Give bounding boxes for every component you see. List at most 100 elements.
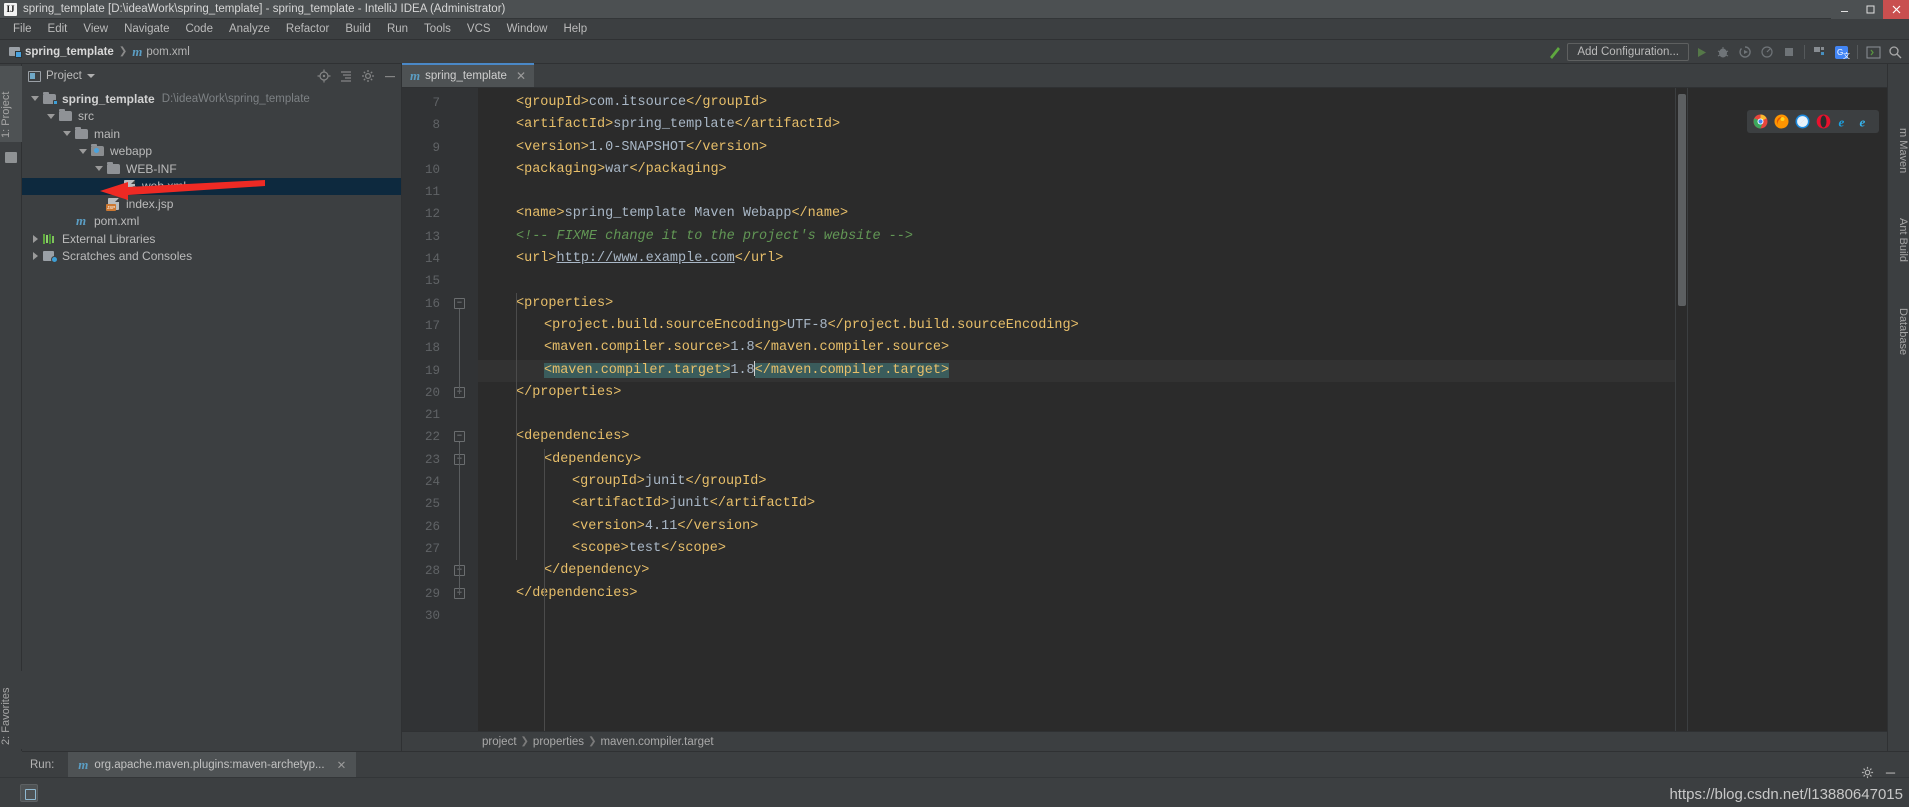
chevron-down-icon[interactable]	[44, 113, 58, 119]
minimize-button[interactable]	[1831, 0, 1857, 19]
close-icon[interactable]: ✕	[516, 69, 526, 83]
hide-icon[interactable]	[383, 69, 397, 83]
add-configuration-button[interactable]: Add Configuration...	[1567, 43, 1689, 61]
code-line[interactable]: </dependency>	[478, 560, 1675, 582]
profile-icon[interactable]	[1757, 42, 1777, 62]
settings-gear-icon[interactable]	[361, 69, 375, 83]
settings-gear-icon[interactable]	[1861, 766, 1874, 784]
code-line[interactable]: <version>4.11</version>	[478, 516, 1675, 538]
code-line[interactable]: <version>1.0-SNAPSHOT</version>	[478, 137, 1675, 159]
breadcrumb-project[interactable]: spring_template	[6, 46, 117, 58]
menu-vcs[interactable]: VCS	[459, 21, 499, 37]
editor-tab-spring-template[interactable]: m spring_template ✕	[402, 63, 535, 87]
project-view-selector[interactable]: Project	[28, 70, 95, 82]
tree-item-external-libraries[interactable]: External Libraries	[22, 230, 401, 248]
run-with-coverage-icon[interactable]	[1735, 42, 1755, 62]
menu-build[interactable]: Build	[337, 21, 379, 37]
code-line[interactable]: <dependency>	[478, 449, 1675, 471]
run-tab[interactable]: m org.apache.maven.plugins:maven-archety…	[68, 751, 357, 778]
code-line[interactable]: <!-- FIXME change it to the project's we…	[478, 226, 1675, 248]
debug-icon[interactable]	[1713, 42, 1733, 62]
breadcrumb-pom[interactable]: m pom.xml	[129, 44, 193, 60]
tool-window-tab-maven[interactable]: m Maven	[1887, 124, 1909, 177]
code-line[interactable]: <properties>	[478, 293, 1675, 315]
safari-icon[interactable]	[1795, 114, 1810, 129]
menu-run[interactable]: Run	[379, 21, 416, 37]
internet-explorer-icon[interactable]: e	[1858, 114, 1873, 130]
tree-item-pom-xml[interactable]: m pom.xml	[22, 213, 401, 231]
tree-item-index-jsp[interactable]: JSP index.jsp	[22, 195, 401, 213]
code-content[interactable]: <groupId>com.itsource</groupId> <artifact…	[478, 88, 1675, 731]
tool-window-tab-database[interactable]: Database	[1887, 304, 1909, 359]
minimize-icon[interactable]	[1884, 766, 1897, 784]
tree-item-spring-template[interactable]: spring_template D:\ideaWork\spring_templa…	[22, 90, 401, 108]
run-icon[interactable]	[1691, 42, 1711, 62]
code-line[interactable]	[478, 605, 1675, 627]
chevron-down-icon[interactable]	[92, 166, 106, 172]
firefox-icon[interactable]	[1774, 114, 1789, 129]
breadcrumb-item-properties[interactable]: properties	[529, 736, 588, 748]
code-line[interactable]: </dependencies>	[478, 583, 1675, 605]
menu-refactor[interactable]: Refactor	[278, 21, 337, 37]
code-line[interactable]: <dependencies>	[478, 426, 1675, 448]
chrome-icon[interactable]	[1753, 114, 1768, 129]
code-line[interactable]: <maven.compiler.target>1.8</maven.compil…	[478, 359, 1675, 382]
tree-item-web-xml[interactable]: < web.xml	[22, 177, 401, 195]
opera-icon[interactable]	[1816, 114, 1831, 129]
project-tree[interactable]: spring_template D:\ideaWork\spring_templa…	[22, 88, 401, 751]
tool-window-tab-ant-build[interactable]: Ant Build	[1887, 214, 1909, 266]
terminal-icon[interactable]	[1863, 42, 1883, 62]
chevron-right-icon[interactable]	[28, 234, 42, 243]
code-line[interactable]	[478, 404, 1675, 426]
code-line[interactable]	[478, 181, 1675, 203]
close-button[interactable]	[1883, 0, 1909, 19]
tool-window-tab-favorites[interactable]: 2: Favorites	[0, 671, 22, 749]
stop-icon[interactable]	[1779, 42, 1799, 62]
scrollbar-thumb[interactable]	[1678, 94, 1686, 306]
menu-code[interactable]: Code	[177, 21, 221, 37]
search-everywhere-icon[interactable]	[1885, 42, 1905, 62]
breadcrumb-item-project[interactable]: project	[478, 736, 521, 748]
editor-gutter[interactable]: 7 8 9 10 11 12 13 14 15 16− 17 18 19 20− 21 22−23− 24 25 2…	[402, 88, 478, 731]
edge-legacy-icon[interactable]: e	[1837, 114, 1852, 130]
menu-navigate[interactable]: Navigate	[116, 21, 177, 37]
menu-analyze[interactable]: Analyze	[221, 21, 278, 37]
menu-edit[interactable]: Edit	[40, 21, 76, 37]
code-line[interactable]: <artifactId>junit</artifactId>	[478, 493, 1675, 515]
maximize-button[interactable]	[1857, 0, 1883, 19]
code-line[interactable]: <project.build.sourceEncoding>UTF-8</pro…	[478, 315, 1675, 337]
tool-window-tab-project[interactable]: 1: Project	[0, 66, 22, 142]
structure-tool-icon[interactable]	[5, 152, 17, 163]
event-log-icon[interactable]	[20, 783, 38, 802]
code-line[interactable]: <artifactId>spring_template</artifactId>	[478, 114, 1675, 136]
tree-item-web-inf[interactable]: WEB-INF	[22, 160, 401, 178]
translate-icon[interactable]: G文	[1832, 42, 1852, 62]
tree-item-src[interactable]: src	[22, 108, 401, 126]
code-line[interactable]	[478, 270, 1675, 292]
project-structure-icon[interactable]	[1810, 42, 1830, 62]
build-hammer-icon[interactable]	[1545, 42, 1565, 62]
chevron-down-icon[interactable]	[60, 131, 74, 137]
code-line[interactable]: <name>spring_template Maven Webapp</name…	[478, 203, 1675, 225]
menu-help[interactable]: Help	[555, 21, 595, 37]
menu-tools[interactable]: Tools	[416, 21, 459, 37]
fold-collapse-icon[interactable]: −	[454, 431, 465, 448]
code-line[interactable]: <url>http://www.example.com</url>	[478, 248, 1675, 270]
fold-collapse-icon[interactable]: −	[454, 297, 465, 314]
code-line[interactable]: <groupId>junit</groupId>	[478, 471, 1675, 493]
editor-scrollbar[interactable]: ✓	[1675, 88, 1687, 731]
code-line[interactable]: <groupId>com.itsource</groupId>	[478, 92, 1675, 114]
tree-item-webapp[interactable]: webapp	[22, 143, 401, 161]
menu-window[interactable]: Window	[499, 21, 556, 37]
chevron-down-icon[interactable]	[76, 148, 90, 154]
chevron-right-icon[interactable]	[28, 252, 42, 261]
collapse-all-icon[interactable]	[339, 69, 353, 83]
code-line[interactable]: <maven.compiler.source>1.8</maven.compil…	[478, 337, 1675, 359]
tree-item-main[interactable]: main	[22, 125, 401, 143]
code-line[interactable]: </properties>	[478, 382, 1675, 404]
close-icon[interactable]: ✕	[337, 758, 347, 772]
locate-icon[interactable]	[317, 69, 331, 83]
chevron-down-icon[interactable]	[28, 96, 42, 102]
menu-file[interactable]: File	[5, 21, 40, 37]
tree-item-scratches-and-consoles[interactable]: Scratches and Consoles	[22, 248, 401, 266]
